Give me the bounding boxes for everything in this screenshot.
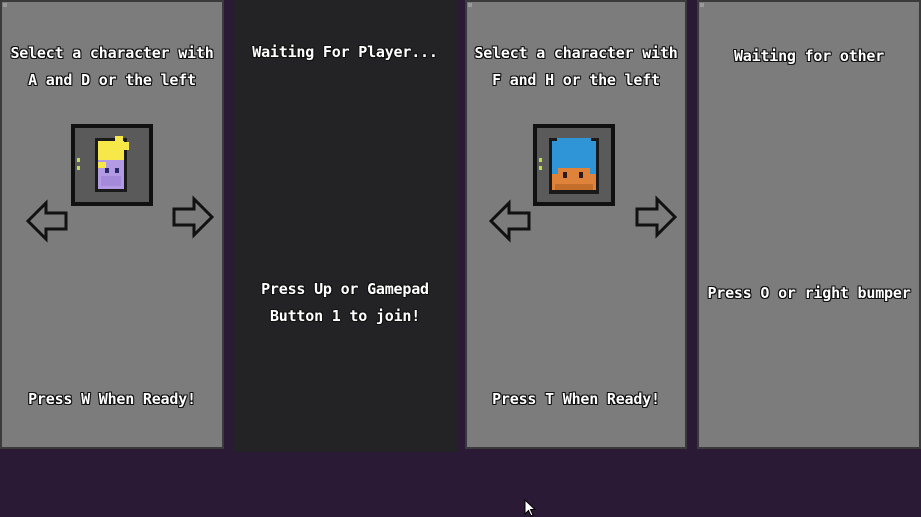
player-2-join-prompt: Press Up or Gamepad Button 1 to join! (261, 280, 429, 325)
player-2-status: Waiting For Player... (252, 43, 438, 61)
left-arrow-icon[interactable] (489, 199, 533, 243)
panel-corner (700, 3, 704, 7)
player-3-ready-prompt: Press T When Ready! (492, 390, 660, 408)
right-arrow-icon[interactable] (170, 195, 214, 239)
player-4-status: Waiting for other (733, 47, 885, 65)
player-3-panel: Select a character with F and H or the l… (465, 0, 687, 449)
panel-corner (3, 3, 7, 7)
player-4-panel: Waiting for other Press O or right bumpe… (697, 0, 921, 449)
yellow-hair-character-icon (75, 128, 149, 202)
mouse-cursor-icon (524, 499, 537, 517)
player-1-ready-prompt: Press W When Ready! (28, 390, 196, 408)
player-3-instruction: Select a character with F and H or the l… (474, 44, 678, 89)
left-arrow-icon[interactable] (26, 199, 70, 243)
player-1-panel: Select a character with A and D or the l… (0, 0, 224, 449)
player-4-join-prompt: Press O or right bumper (707, 284, 911, 302)
right-arrow-icon[interactable] (633, 195, 677, 239)
player-2-panel: Waiting For Player... Press Up or Gamepa… (233, 0, 457, 452)
player-1-instruction: Select a character with A and D or the l… (10, 44, 214, 89)
player-3-portrait[interactable] (533, 124, 615, 206)
player-1-portrait[interactable] (71, 124, 153, 206)
panel-corner (468, 3, 472, 7)
character-select-screen: Select a character with A and D or the l… (0, 0, 921, 452)
blue-hair-character-icon (537, 128, 611, 202)
